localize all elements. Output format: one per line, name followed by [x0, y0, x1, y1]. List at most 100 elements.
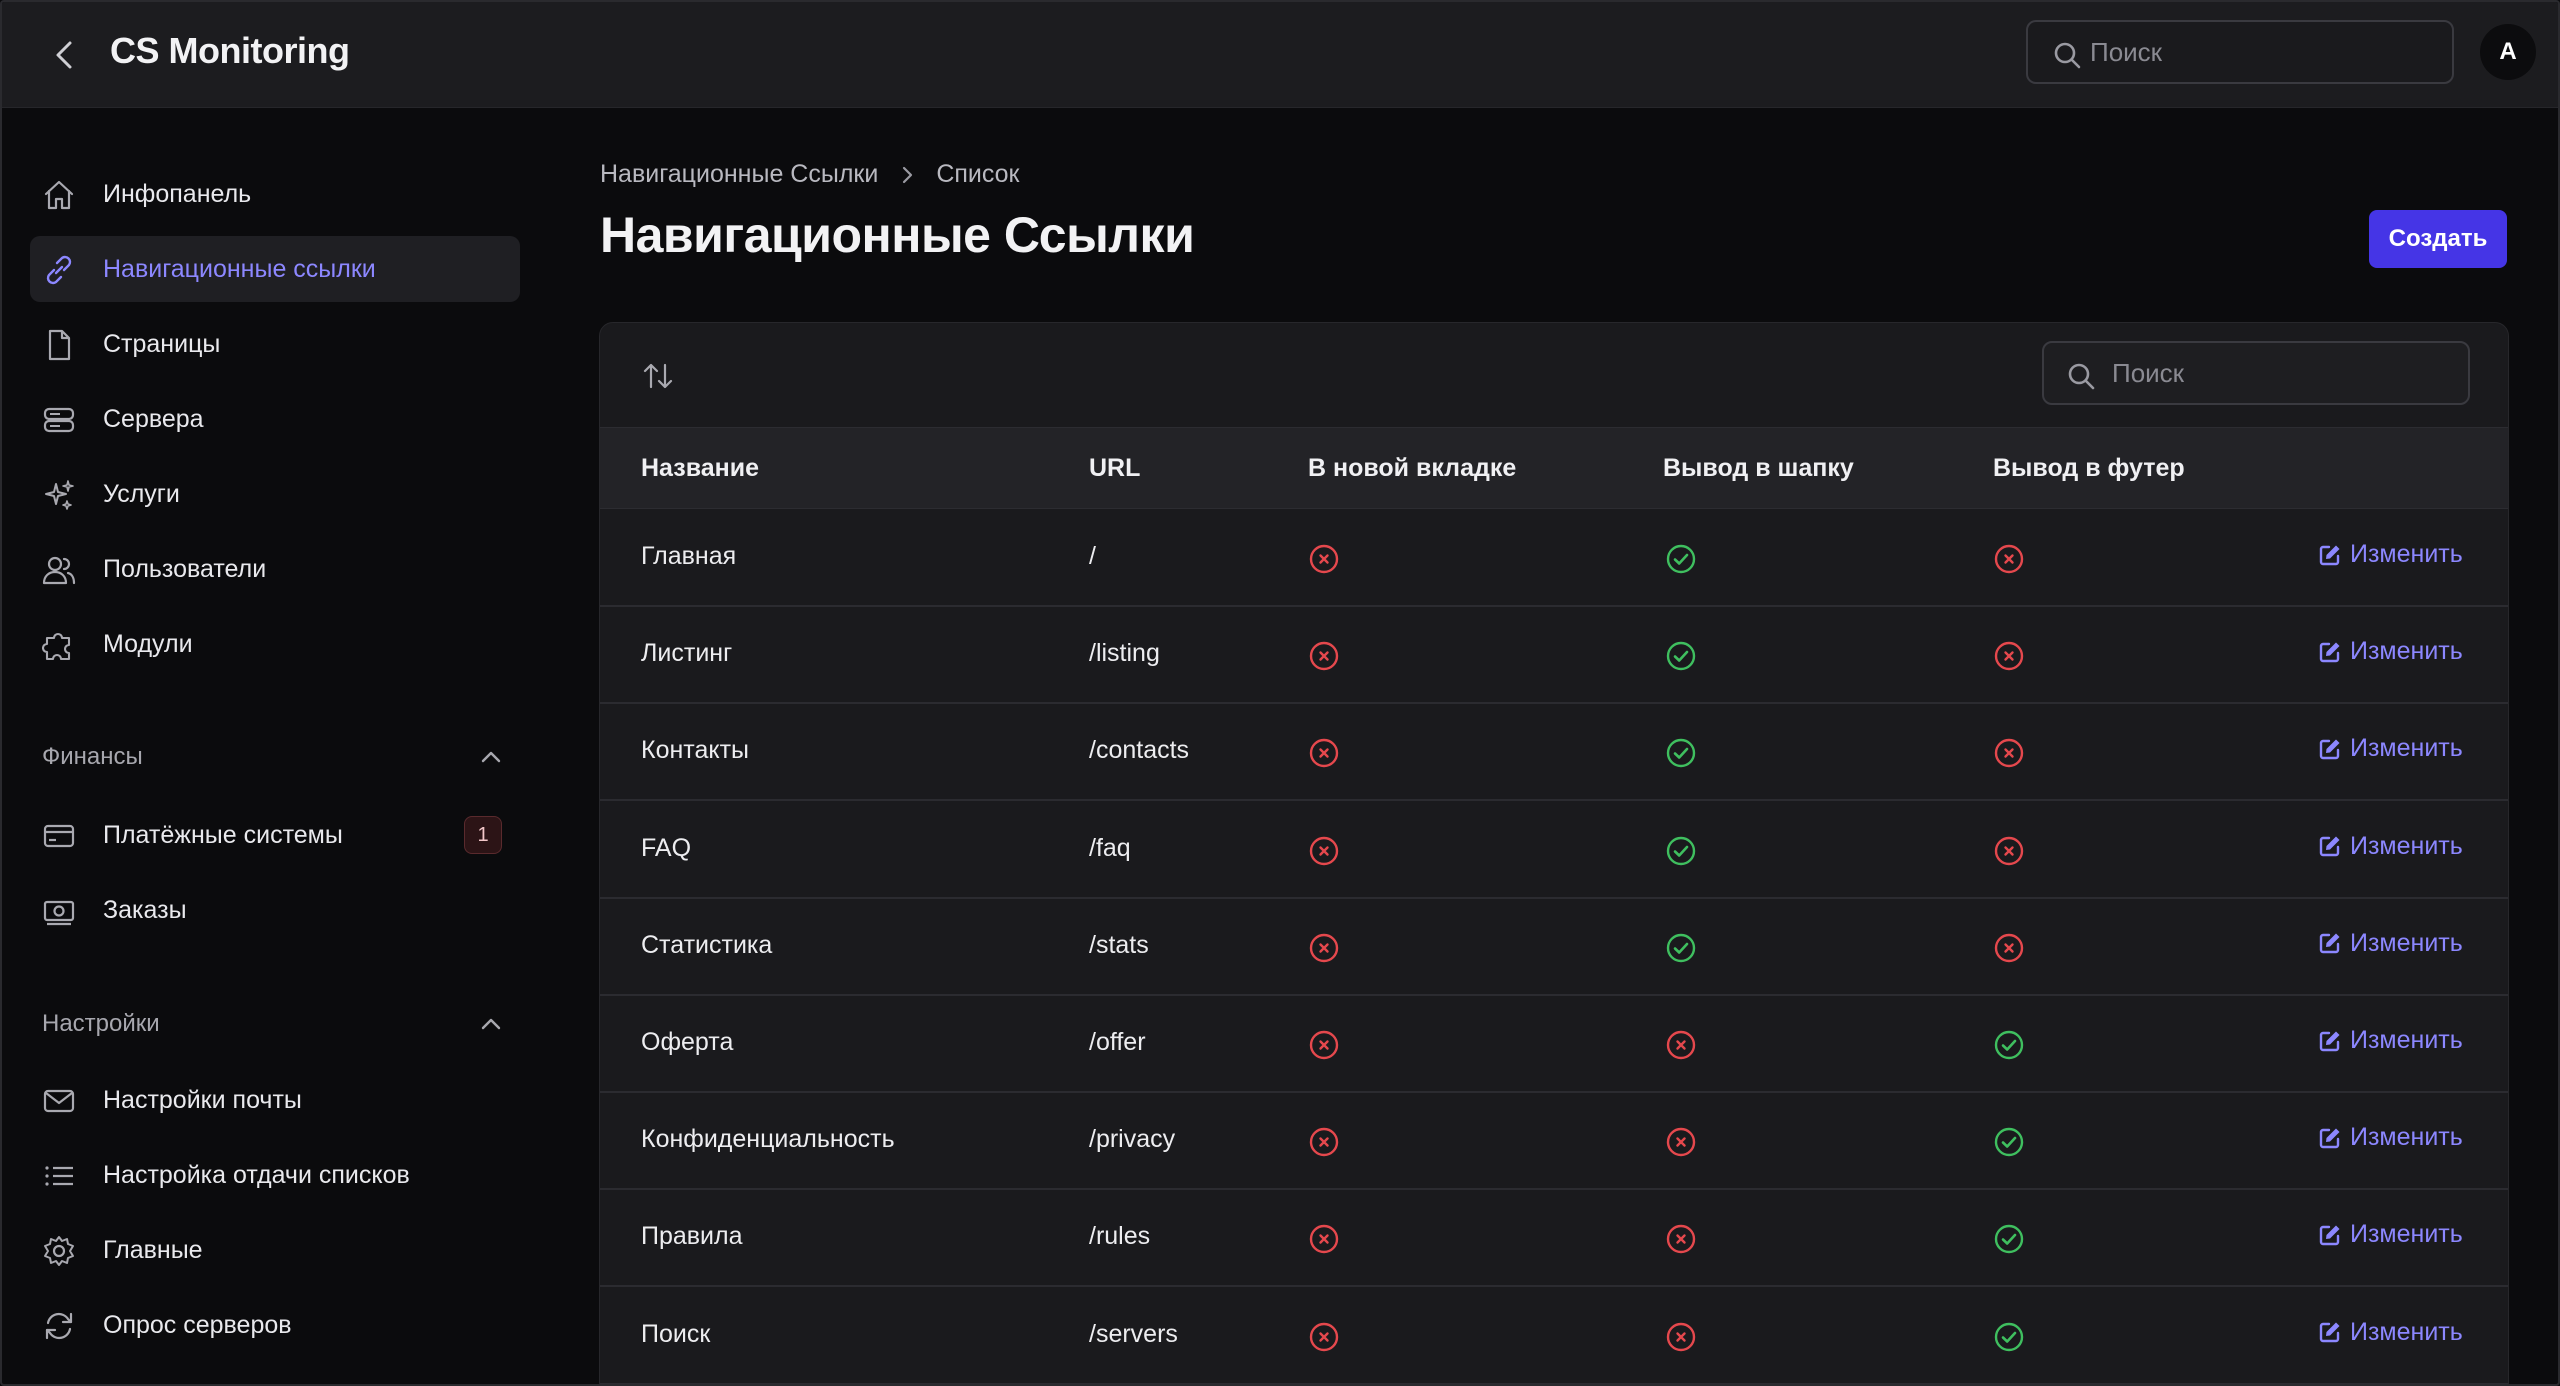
column-header-new-tab[interactable]: В новой вкладке	[1308, 454, 1516, 483]
column-header-footer[interactable]: Вывод в футер	[1993, 454, 2185, 483]
chevron-right-icon	[900, 165, 914, 185]
check-circle-icon	[1993, 1223, 2025, 1255]
check-circle-icon	[1993, 1321, 2025, 1353]
back-button[interactable]	[42, 32, 88, 78]
table-search-input[interactable]	[2112, 357, 2468, 389]
table-row: Конфиденциальность/privacy Изменить	[600, 1093, 2508, 1191]
check-circle-icon	[1665, 932, 1697, 964]
group-toggle-settings[interactable]: Настройки	[42, 1004, 502, 1044]
create-button[interactable]: Создать	[2369, 210, 2507, 268]
search-icon	[2068, 363, 2095, 390]
table-row: Оферта/offer Изменить	[600, 996, 2508, 1093]
sidebar-item-users[interactable]: Пользователи	[30, 536, 520, 602]
table-header: Название URL В новой вкладке Вывод в шап…	[600, 427, 2508, 509]
table-row: FAQ/faq Изменить	[600, 801, 2508, 899]
edit-button[interactable]: Изменить	[2318, 1026, 2463, 1055]
edit-button[interactable]: Изменить	[2318, 540, 2463, 569]
group-toggle-finance[interactable]: Финансы	[42, 737, 502, 777]
edit-label: Изменить	[2350, 540, 2463, 568]
sidebar-item-main-settings[interactable]: Главные	[30, 1217, 520, 1283]
edit-button[interactable]: Изменить	[2318, 1220, 2463, 1249]
list-icon	[45, 1166, 73, 1186]
group-label: Настройки	[42, 1010, 160, 1037]
check-circle-icon	[1665, 640, 1697, 672]
sidebar-item-label: Платёжные системы	[103, 820, 343, 849]
x-circle-icon	[1308, 1223, 1340, 1255]
avatar[interactable]: A	[2480, 24, 2536, 80]
breadcrumb-link[interactable]: Навигационные Ссылки	[600, 160, 878, 189]
sidebar-item-label: Сервера	[103, 404, 204, 433]
sidebar-item-list-output[interactable]: Настройка отдачи списков	[30, 1142, 520, 1208]
sidebar-item-mail-settings[interactable]: Настройки почты	[30, 1067, 520, 1133]
column-header-url[interactable]: URL	[1089, 454, 1140, 483]
sidebar-item-label: Инфопанель	[103, 179, 252, 208]
cell-url: /rules	[1089, 1222, 1151, 1251]
sidebar-item-label: Опрос серверов	[103, 1310, 292, 1339]
edit-icon	[2319, 1225, 2340, 1246]
edit-label: Изменить	[2350, 1123, 2463, 1152]
mail-icon	[43, 1089, 75, 1113]
x-circle-icon	[1993, 543, 2025, 575]
chevron-up-icon	[481, 751, 501, 763]
table-row: Правила/rules Изменить	[600, 1190, 2508, 1288]
sidebar-item-orders[interactable]: Заказы	[30, 877, 520, 943]
table-card: Название URL В новой вкладке Вывод в шап…	[599, 322, 2509, 1384]
column-header-header[interactable]: Вывод в шапку	[1663, 454, 1854, 483]
x-circle-icon	[1665, 1029, 1697, 1061]
server-icon	[43, 407, 75, 433]
x-circle-icon	[1993, 835, 2025, 867]
sidebar-item-nav-links[interactable]: Навигационные ссылки	[30, 236, 520, 302]
cell-name: Конфиденциальность	[641, 1125, 895, 1154]
edit-icon	[2319, 1322, 2340, 1343]
edit-button[interactable]: Изменить	[2318, 734, 2463, 763]
edit-label: Изменить	[2350, 1026, 2463, 1054]
x-circle-icon	[1665, 1321, 1697, 1353]
group-label: Финансы	[42, 743, 143, 770]
sidebar-item-label: Навигационные ссылки	[103, 254, 376, 283]
cell-name: Главная	[641, 542, 737, 570]
sidebar-item-pages[interactable]: Страницы	[30, 311, 520, 377]
link-icon	[46, 255, 72, 285]
table-row: Главная / Изменить	[600, 510, 2508, 607]
sort-button[interactable]	[642, 361, 674, 396]
sidebar-item-payment-systems[interactable]: Платёжные системы 1	[30, 802, 520, 868]
sidebar-item-server-polling[interactable]: Опрос серверов	[30, 1292, 520, 1358]
breadcrumb-current: Список	[936, 160, 1020, 188]
column-header-name[interactable]: Название	[641, 454, 759, 483]
sidebar-item-modules[interactable]: Модули	[30, 611, 520, 677]
sidebar-item-label: Услуги	[103, 479, 180, 508]
chevron-left-icon	[56, 41, 72, 69]
sidebar-item-servers[interactable]: Сервера	[30, 386, 520, 452]
sidebar-item-dashboard[interactable]: Инфопанель	[30, 161, 520, 227]
table-row: Контакты/contacts Изменить	[600, 704, 2508, 802]
edit-icon	[2319, 1031, 2340, 1051]
edit-label: Изменить	[2350, 1220, 2463, 1249]
sidebar-item-services[interactable]: Услуги	[30, 461, 520, 527]
cell-url: /privacy	[1089, 1125, 1176, 1154]
edit-icon	[2319, 545, 2340, 565]
global-search-input[interactable]	[2090, 36, 2452, 68]
table-search[interactable]	[2042, 341, 2470, 405]
edit-button[interactable]: Изменить	[2318, 1318, 2463, 1347]
cell-url: /faq	[1089, 833, 1131, 862]
edit-button[interactable]: Изменить	[2318, 832, 2463, 861]
x-circle-icon	[1308, 1029, 1340, 1061]
cell-url: /listing	[1089, 639, 1160, 668]
cell-name: Правила	[641, 1222, 743, 1251]
page-icon	[48, 329, 71, 361]
check-circle-icon	[1665, 835, 1697, 867]
check-circle-icon	[1665, 737, 1697, 769]
edit-button[interactable]: Изменить	[2318, 929, 2463, 958]
cell-name: Оферта	[641, 1028, 734, 1056]
check-circle-icon	[1665, 543, 1697, 575]
top-bar: CS Monitoring A	[2, 2, 2558, 108]
edit-button[interactable]: Изменить	[2318, 637, 2463, 666]
x-circle-icon	[1308, 835, 1340, 867]
edit-button[interactable]: Изменить	[2318, 1123, 2463, 1152]
global-search[interactable]	[2026, 20, 2454, 84]
x-circle-icon	[1308, 1126, 1340, 1158]
table-row: Поиск/servers Изменить	[600, 1287, 2508, 1384]
table-row: Статистика/stats Изменить	[600, 898, 2508, 996]
count-badge: 1	[464, 816, 502, 854]
x-circle-icon	[1993, 737, 2025, 769]
